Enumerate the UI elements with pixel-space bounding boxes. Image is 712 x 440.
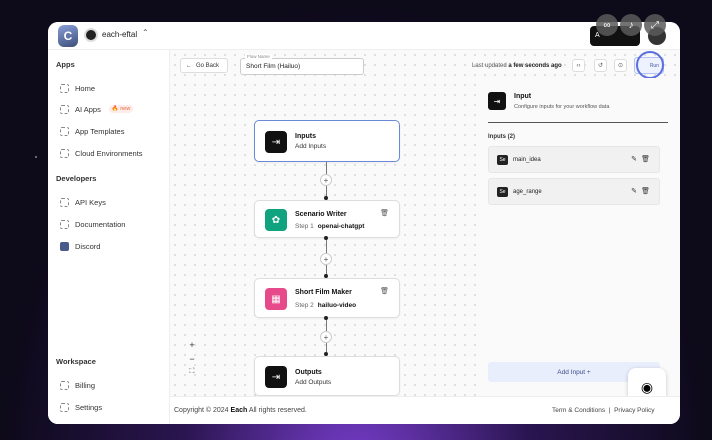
trash-icon[interactable]: 🗑 xyxy=(380,287,389,295)
divider xyxy=(488,122,668,123)
node-title: Inputs xyxy=(295,133,316,140)
input-name: age_range xyxy=(513,189,542,195)
copyright: Copyright © 2024 Each All rights reserve… xyxy=(174,407,307,414)
pencil-icon[interactable]: ✎ xyxy=(631,187,637,195)
node-subtitle: Add Inputs xyxy=(295,143,327,150)
flow-name-label: Flow Name xyxy=(245,54,272,59)
sidebar-section-developers: Developers xyxy=(56,174,97,183)
sidebar-item-settings[interactable]: Settings xyxy=(60,401,102,413)
sidebar-item-app-templates[interactable]: App Templates xyxy=(60,125,124,137)
go-back-button[interactable]: ← Go Back xyxy=(180,58,228,73)
pencil-icon[interactable]: ✎ xyxy=(631,155,637,163)
node-handle[interactable] xyxy=(324,236,328,240)
input-row[interactable]: Se age_range ✎ 🗑 xyxy=(488,178,660,205)
history-icon[interactable]: ↺ xyxy=(594,59,607,72)
app-window: C each-eftal ⌃ A Apps Home AI Apps 🔥 new… xyxy=(48,22,680,424)
sidebar-item-ai-apps[interactable]: AI Apps 🔥 new xyxy=(60,103,134,115)
input-icon: ⇥ xyxy=(265,131,287,153)
hailuo-icon: ▦ xyxy=(265,288,287,310)
footer-links: Term & Conditions | Privacy Policy xyxy=(552,407,655,414)
inputs-count: Inputs (2) xyxy=(488,134,515,140)
add-step-button[interactable]: + xyxy=(320,253,332,265)
doc-icon xyxy=(60,219,69,229)
arrow-left-icon: ← xyxy=(186,62,192,69)
node-title: Outputs xyxy=(295,369,322,376)
zoom-in-button[interactable]: + xyxy=(186,340,198,350)
workspace-switch-icon[interactable]: ⌃ xyxy=(142,28,149,37)
cloud-icon xyxy=(60,148,69,158)
discord-icon xyxy=(60,241,69,251)
sidebar-item-api-keys[interactable]: API Keys xyxy=(60,196,106,208)
input-type-badge: Se xyxy=(497,187,508,197)
ai-apps-icon xyxy=(60,104,69,114)
separator: | xyxy=(608,407,611,414)
overlay-controls: ∞ ♪ ⤢ xyxy=(596,14,666,36)
sidebar: Apps Home AI Apps 🔥 new App Templates Cl… xyxy=(48,50,170,424)
node-short-film-maker[interactable]: ▦ Short Film Maker Step 2 hailuo-video 🗑 xyxy=(254,278,400,318)
settings-icon[interactable]: ⊙ xyxy=(614,59,627,72)
node-inputs[interactable]: ⇥ Inputs Add Inputs xyxy=(254,120,400,162)
flow-canvas[interactable]: ← Go Back Flow Name Short Film (Hailuo) … xyxy=(170,50,680,407)
sidebar-item-documentation[interactable]: Documentation xyxy=(60,218,125,230)
input-type-badge: Se xyxy=(497,155,508,165)
sidebar-item-cloud-environments[interactable]: Cloud Environments xyxy=(60,147,143,159)
background-dot xyxy=(35,156,37,158)
workspace-avatar[interactable] xyxy=(84,28,98,42)
top-bar: C each-eftal ⌃ A xyxy=(48,22,680,50)
output-icon: ⇥ xyxy=(265,366,287,388)
node-subtitle: Step 2 hailuo-video xyxy=(295,302,357,309)
settings-icon xyxy=(60,402,69,412)
terms-link[interactable]: Term & Conditions xyxy=(552,407,605,414)
speaker-icon[interactable]: ♪ xyxy=(620,14,642,36)
flow-name-value: Short Film (Hailuo) xyxy=(246,63,301,70)
chat-bubble-icon: ◉ xyxy=(640,378,654,395)
privacy-link[interactable]: Privacy Policy xyxy=(614,407,654,414)
footer: Copyright © 2024 Each All rights reserve… xyxy=(170,396,680,424)
code-icon[interactable]: ‹› xyxy=(572,59,585,72)
run-focus-ring xyxy=(636,51,664,79)
node-subtitle: Step 1 openai-chatgpt xyxy=(295,223,365,230)
sidebar-item-home[interactable]: Home xyxy=(60,82,95,94)
key-icon xyxy=(60,197,69,207)
sidebar-section-apps: Apps xyxy=(56,60,75,69)
sidebar-section-workspace: Workspace xyxy=(56,357,96,366)
input-config-panel: ⇥ Input Configure inputs for your workfl… xyxy=(476,78,680,396)
panel-description: Configure inputs for your workflow data xyxy=(514,104,610,110)
node-title: Short Film Maker xyxy=(295,289,352,296)
node-title: Scenario Writer xyxy=(295,211,347,218)
add-step-button[interactable]: + xyxy=(320,331,332,343)
input-name: main_idea xyxy=(513,157,541,163)
trash-icon[interactable]: 🗑 xyxy=(641,155,650,163)
panel-title: Input xyxy=(514,93,532,100)
sidebar-item-discord[interactable]: Discord xyxy=(60,240,100,252)
input-row[interactable]: Se main_idea ✎ 🗑 xyxy=(488,146,660,173)
app-logo[interactable]: C xyxy=(58,25,78,47)
node-outputs[interactable]: ⇥ Outputs Add Outputs xyxy=(254,356,400,396)
input-icon: ⇥ xyxy=(488,92,506,110)
billing-icon xyxy=(60,380,69,390)
sidebar-item-billing[interactable]: Billing xyxy=(60,379,95,391)
node-scenario-writer[interactable]: ✿ Scenario Writer Step 1 openai-chatgpt 🗑 xyxy=(254,200,400,238)
node-handle[interactable] xyxy=(324,316,328,320)
zoom-out-button[interactable]: − xyxy=(186,354,198,364)
templates-icon xyxy=(60,126,69,136)
add-step-button[interactable]: + xyxy=(320,174,332,186)
node-subtitle: Add Outputs xyxy=(295,379,332,386)
trash-icon[interactable]: 🗑 xyxy=(641,187,650,195)
workspace-name[interactable]: each-eftal xyxy=(102,30,137,39)
new-badge: 🔥 new xyxy=(108,105,134,113)
last-updated: Last updated a few seconds ago xyxy=(472,63,562,69)
fit-view-button[interactable]: ⛶ xyxy=(186,368,198,376)
link-icon[interactable]: ∞ xyxy=(596,14,618,36)
openai-icon: ✿ xyxy=(265,209,287,231)
expand-icon[interactable]: ⤢ xyxy=(644,14,666,36)
home-icon xyxy=(60,83,69,93)
trash-icon[interactable]: 🗑 xyxy=(380,209,389,217)
flow-name-field[interactable]: Flow Name Short Film (Hailuo) xyxy=(240,54,364,75)
